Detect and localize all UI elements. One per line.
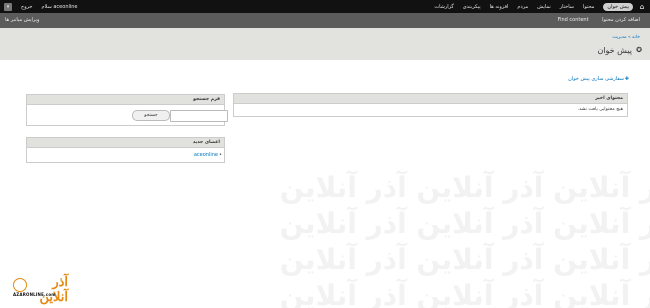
- recent-content-title: محتوای اخیر: [234, 94, 627, 104]
- page-header: [0, 28, 650, 60]
- edit-shortcuts-link[interactable]: ویرایش میانبر ها: [5, 17, 39, 23]
- toolbar-item-appearance[interactable]: نمایش: [537, 4, 551, 10]
- page-title: پیش خوان: [597, 46, 632, 55]
- toolbar-item-reports[interactable]: گزارشات: [434, 4, 453, 10]
- toolbar-item-people[interactable]: مردم: [517, 4, 528, 10]
- admin-toolbar: ⌂ پیش خوان محتوا ساختار نمایش مردم افزون…: [0, 0, 650, 13]
- shortcut-add-content[interactable]: اضافه کردن محتوا: [602, 17, 640, 23]
- search-form-title: فرم جستجو: [27, 95, 224, 105]
- customize-dashboard-link[interactable]: سفارشی سازی پیش خوان: [568, 76, 624, 82]
- logo-ring-icon: [13, 278, 27, 292]
- home-icon[interactable]: ⌂: [638, 3, 646, 11]
- azaronline-logo: آذر آنلاین AZARONLINE.com: [13, 275, 68, 305]
- watermark: آذر آنلاین آذر آنلاین آذر آنلاین آذر آنل…: [279, 171, 650, 308]
- search-button[interactable]: جستجو: [132, 110, 170, 121]
- new-users-title: اعضای جدید: [27, 138, 224, 148]
- toolbar-item-configuration[interactable]: پیکربندی: [463, 4, 481, 10]
- toolbar-item-dashboard[interactable]: پیش خوان: [603, 2, 633, 11]
- search-form-block: فرم جستجو جستجو: [26, 94, 228, 126]
- search-input[interactable]: [170, 110, 228, 122]
- arrow-icon[interactable]: ▾: [4, 2, 12, 11]
- recent-content-empty: هیچ محتوایی یافت نشد.: [577, 107, 623, 112]
- breadcrumb[interactable]: خانه » مدیریت: [612, 35, 640, 40]
- shortcut-find-content[interactable]: Find content: [558, 17, 589, 23]
- toolbar-item-modules[interactable]: افزونه ها: [490, 4, 509, 10]
- account-link[interactable]: سلام aceonline: [42, 4, 78, 10]
- logout-link[interactable]: خروج: [21, 4, 33, 10]
- toolbar-item-content[interactable]: محتوا: [583, 4, 594, 10]
- plus-icon: ✚: [624, 76, 629, 82]
- bullet-icon: •: [219, 152, 222, 158]
- star-icon[interactable]: ✪: [636, 46, 642, 54]
- toolbar-item-structure[interactable]: ساختار: [560, 4, 574, 10]
- recent-content-block: محتوای اخیر هیچ محتوایی یافت نشد.: [233, 93, 628, 117]
- shortcut-bar: ویرایش میانبر ها اضافه کردن محتوا Find c…: [0, 13, 650, 28]
- user-link[interactable]: aceonline: [194, 152, 218, 158]
- new-users-block: اعضای جدید • aceonline: [26, 137, 225, 163]
